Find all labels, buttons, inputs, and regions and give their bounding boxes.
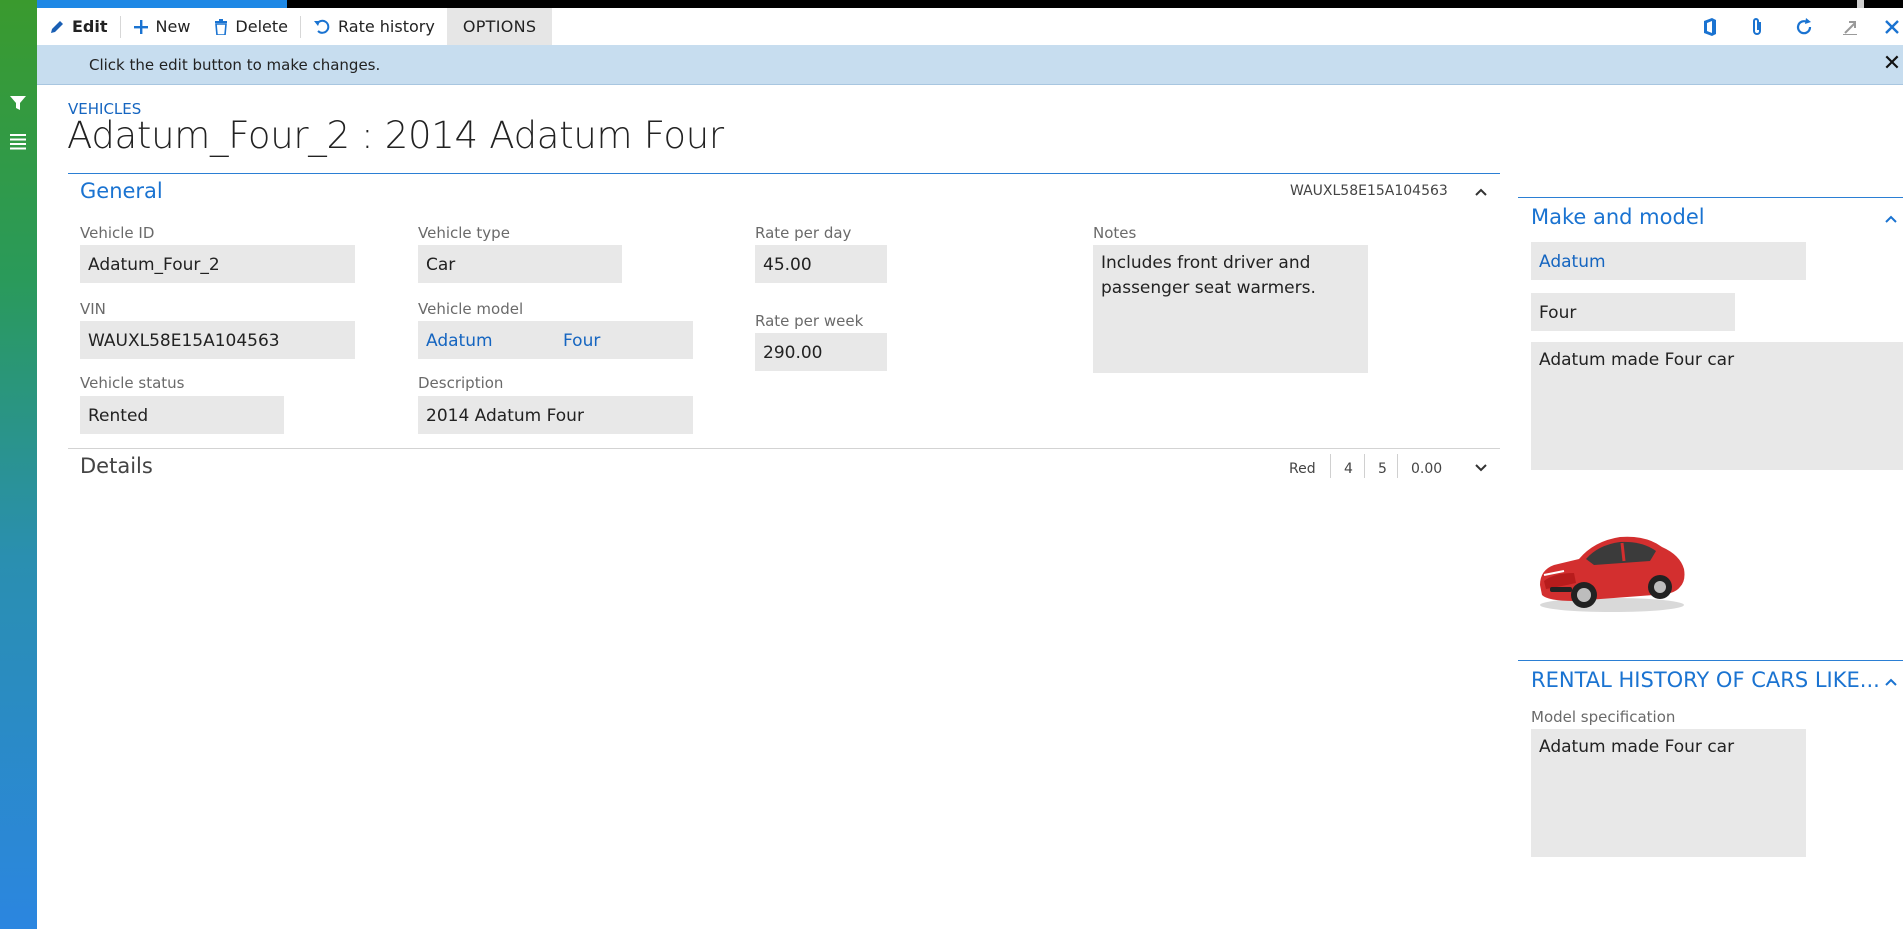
general-summary: WAUXL58E15A104563 — [1290, 183, 1448, 199]
notes-label: Notes — [1093, 224, 1137, 242]
paperclip-icon[interactable] — [1742, 8, 1772, 45]
message-close-icon[interactable]: ✕ — [1881, 51, 1903, 76]
rate-history-button[interactable]: Rate history — [301, 8, 447, 45]
vin-field[interactable]: WAUXL58E15A104563 — [80, 321, 355, 359]
details-summary-seats: 5 — [1378, 461, 1387, 477]
model-specification-field[interactable]: Adatum made Four car — [1531, 729, 1806, 857]
vehicle-type-label: Vehicle type — [418, 224, 510, 242]
vin-label: VIN — [80, 300, 106, 318]
summary-separator — [1330, 454, 1331, 478]
rate-per-week-label: Rate per week — [755, 312, 864, 330]
pencil-icon — [51, 20, 63, 33]
refresh-icon[interactable] — [1789, 8, 1819, 45]
details-summary-doors: 4 — [1344, 461, 1353, 477]
make-model-title[interactable]: Make and model — [1531, 205, 1705, 229]
undo-icon — [314, 19, 330, 34]
left-rail — [0, 0, 37, 929]
vehicle-model-label: Vehicle model — [418, 300, 524, 318]
message-bar: Click the edit button to make changes. ✕ — [37, 45, 1903, 85]
office-icon[interactable] — [1695, 8, 1725, 45]
description-label: Description — [418, 374, 504, 392]
plus-icon — [133, 19, 148, 34]
delete-button[interactable]: Delete — [202, 8, 300, 45]
trash-icon — [215, 18, 228, 35]
popout-icon[interactable] — [1835, 8, 1865, 45]
rental-history-title[interactable]: RENTAL HISTORY OF CARS LIKE... — [1531, 668, 1880, 692]
details-summary-amount: 0.00 — [1411, 461, 1443, 477]
close-icon[interactable] — [1877, 8, 1903, 45]
details-summary-color: Red — [1289, 461, 1316, 477]
rate-history-label: Rate history — [338, 17, 435, 36]
vehicle-model-link[interactable]: Four — [563, 331, 600, 351]
model-specification-label: Model specification — [1531, 708, 1676, 726]
model-description-field[interactable]: Adatum made Four car — [1531, 342, 1903, 470]
summary-separator — [1364, 454, 1365, 478]
notes-field[interactable]: Includes front driver and passenger seat… — [1093, 245, 1368, 373]
new-label: New — [155, 17, 191, 36]
vehicle-id-field[interactable]: Adatum_Four_2 — [80, 245, 355, 283]
general-divider — [68, 173, 1500, 174]
message-text: Click the edit button to make changes. — [89, 56, 381, 74]
filter-icon[interactable] — [7, 92, 29, 114]
collapse-chevron-icon[interactable] — [1883, 674, 1899, 690]
edit-button[interactable]: Edit — [37, 8, 120, 45]
summary-separator — [1397, 454, 1398, 478]
vehicle-type-field[interactable]: Car — [418, 245, 622, 283]
list-icon[interactable] — [7, 130, 29, 152]
vehicle-id-label: Vehicle ID — [80, 224, 155, 242]
rate-per-week-field[interactable]: 290.00 — [755, 333, 887, 371]
rate-per-day-field[interactable]: 45.00 — [755, 245, 887, 283]
vehicle-status-field[interactable]: Rented — [80, 396, 284, 434]
scroll-thumb[interactable] — [1857, 0, 1864, 8]
vehicle-status-label: Vehicle status — [80, 374, 185, 392]
collapse-chevron-icon[interactable] — [1473, 184, 1489, 200]
new-button[interactable]: New — [121, 8, 203, 45]
edit-label: Edit — [72, 17, 108, 36]
top-strip — [0, 0, 1903, 8]
rate-per-day-label: Rate per day — [755, 224, 852, 242]
action-bar: Edit New Delete Rate history OPTIONS — [37, 8, 1903, 45]
options-tab[interactable]: OPTIONS — [446, 8, 553, 45]
rental-history-divider — [1518, 660, 1903, 661]
page-title: Adatum_Four_2 : 2014 Adatum Four — [67, 114, 724, 157]
general-tab-title[interactable]: General — [80, 179, 163, 203]
collapse-chevron-icon[interactable] — [1883, 211, 1899, 227]
description-field[interactable]: 2014 Adatum Four — [418, 396, 693, 434]
expand-chevron-icon[interactable] — [1473, 459, 1489, 475]
car-image — [1540, 536, 1685, 612]
loading-progress-bar — [0, 0, 287, 8]
details-divider — [68, 448, 1500, 449]
vehicle-model-field[interactable]: Adatum Four — [418, 321, 693, 359]
make-field[interactable]: Adatum — [1531, 242, 1806, 280]
model-field[interactable]: Four — [1531, 293, 1735, 331]
make-model-divider — [1518, 197, 1903, 198]
delete-label: Delete — [235, 17, 288, 36]
details-tab-title[interactable]: Details — [80, 454, 153, 478]
vehicle-make-link[interactable]: Adatum — [426, 331, 493, 351]
